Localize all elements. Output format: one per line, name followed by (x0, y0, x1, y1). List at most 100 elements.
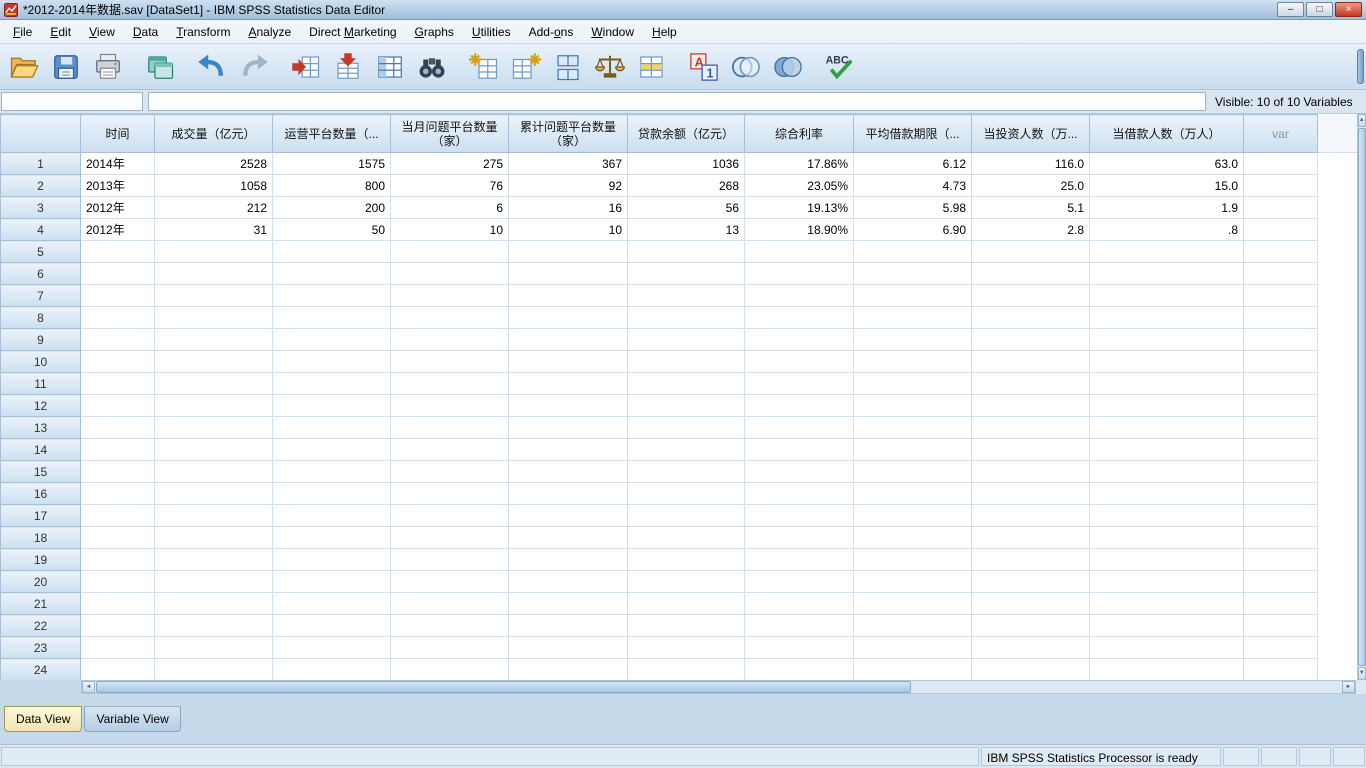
cell-r10-c9[interactable] (1090, 351, 1244, 373)
cell-r8-c9[interactable] (1090, 307, 1244, 329)
horizontal-scrollbar[interactable]: ◄ ► (81, 680, 1356, 694)
cell-r1-c8[interactable]: 116.0 (972, 153, 1090, 175)
cell-r12-c8[interactable] (972, 395, 1090, 417)
cell-r7-c9[interactable] (1090, 285, 1244, 307)
scroll-down-arrow-icon[interactable]: ▼ (1358, 667, 1366, 680)
menu-item-utilities[interactable]: Utilities (463, 21, 520, 43)
cell-r17-c7[interactable] (854, 505, 972, 527)
cell-r2-c4[interactable]: 92 (509, 175, 628, 197)
column-header-0[interactable]: 时间 (81, 115, 155, 153)
cell-r11-c0[interactable] (81, 373, 155, 395)
cell-r14-c3[interactable] (391, 439, 509, 461)
cell-r19-c8[interactable] (972, 549, 1090, 571)
cell-r15-c2[interactable] (273, 461, 391, 483)
variables-icon[interactable] (372, 48, 408, 86)
cell-r11-c4[interactable] (509, 373, 628, 395)
row-header-19[interactable]: 19 (1, 549, 81, 571)
cell-r19-c7[interactable] (854, 549, 972, 571)
cell-r1-c4[interactable]: 367 (509, 153, 628, 175)
cell-r22-c1[interactable] (155, 615, 273, 637)
cell-r16-c9[interactable] (1090, 483, 1244, 505)
cell-r18-c8[interactable] (972, 527, 1090, 549)
cell-r17-c6[interactable] (745, 505, 854, 527)
cell-r9-c3[interactable] (391, 329, 509, 351)
cell-r8-c7[interactable] (854, 307, 972, 329)
row-header-14[interactable]: 14 (1, 439, 81, 461)
cell-r20-c4[interactable] (509, 571, 628, 593)
cell-r6-c5[interactable] (628, 263, 745, 285)
cell-r12-c10[interactable] (1244, 395, 1318, 417)
cell-r14-c1[interactable] (155, 439, 273, 461)
cell-r19-c5[interactable] (628, 549, 745, 571)
cell-r8-c10[interactable] (1244, 307, 1318, 329)
find-icon[interactable] (414, 48, 450, 86)
cell-r15-c7[interactable] (854, 461, 972, 483)
menu-item-view[interactable]: View (80, 21, 124, 43)
cell-r14-c7[interactable] (854, 439, 972, 461)
cell-r19-c3[interactable] (391, 549, 509, 571)
cell-r13-c8[interactable] (972, 417, 1090, 439)
cell-r17-c8[interactable] (972, 505, 1090, 527)
row-header-8[interactable]: 8 (1, 307, 81, 329)
cell-r21-c2[interactable] (273, 593, 391, 615)
cell-r23-c1[interactable] (155, 637, 273, 659)
column-header-10[interactable]: var (1244, 115, 1318, 153)
cell-r1-c3[interactable]: 275 (391, 153, 509, 175)
cell-r12-c7[interactable] (854, 395, 972, 417)
cell-r12-c2[interactable] (273, 395, 391, 417)
column-header-5[interactable]: 贷款余额（亿元） (628, 115, 745, 153)
cell-r8-c8[interactable] (972, 307, 1090, 329)
cell-r19-c9[interactable] (1090, 549, 1244, 571)
close-button[interactable]: × (1335, 2, 1362, 17)
cell-r18-c10[interactable] (1244, 527, 1318, 549)
cell-r9-c1[interactable] (155, 329, 273, 351)
cell-r14-c10[interactable] (1244, 439, 1318, 461)
cell-r12-c9[interactable] (1090, 395, 1244, 417)
cell-r22-c3[interactable] (391, 615, 509, 637)
cell-r7-c10[interactable] (1244, 285, 1318, 307)
cell-r5-c5[interactable] (628, 241, 745, 263)
cell-r13-c6[interactable] (745, 417, 854, 439)
cell-r11-c2[interactable] (273, 373, 391, 395)
save-icon[interactable] (48, 48, 84, 86)
cell-r18-c3[interactable] (391, 527, 509, 549)
cell-r20-c10[interactable] (1244, 571, 1318, 593)
cell-r20-c9[interactable] (1090, 571, 1244, 593)
cell-r10-c4[interactable] (509, 351, 628, 373)
goto-variable-icon[interactable] (330, 48, 366, 86)
cell-r11-c3[interactable] (391, 373, 509, 395)
cell-r18-c0[interactable] (81, 527, 155, 549)
cell-r9-c4[interactable] (509, 329, 628, 351)
scroll-left-arrow-icon[interactable]: ◄ (82, 681, 95, 693)
cell-r8-c4[interactable] (509, 307, 628, 329)
insert-cases-icon[interactable] (466, 48, 502, 86)
cell-r9-c8[interactable] (972, 329, 1090, 351)
cell-r16-c8[interactable] (972, 483, 1090, 505)
cell-r9-c9[interactable] (1090, 329, 1244, 351)
cell-r23-c3[interactable] (391, 637, 509, 659)
cell-r3-c8[interactable]: 5.1 (972, 197, 1090, 219)
cell-r2-c1[interactable]: 1058 (155, 175, 273, 197)
cell-r5-c7[interactable] (854, 241, 972, 263)
cell-r11-c9[interactable] (1090, 373, 1244, 395)
cell-r7-c6[interactable] (745, 285, 854, 307)
cell-r3-c6[interactable]: 19.13% (745, 197, 854, 219)
cell-r6-c2[interactable] (273, 263, 391, 285)
cell-r13-c2[interactable] (273, 417, 391, 439)
menu-item-direct-marketing[interactable]: Direct Marketing (300, 21, 405, 43)
cell-r19-c10[interactable] (1244, 549, 1318, 571)
cell-r24-c4[interactable] (509, 659, 628, 681)
menu-item-edit[interactable]: Edit (41, 21, 80, 43)
cell-r13-c1[interactable] (155, 417, 273, 439)
cell-r23-c4[interactable] (509, 637, 628, 659)
row-header-21[interactable]: 21 (1, 593, 81, 615)
cell-r11-c8[interactable] (972, 373, 1090, 395)
cell-r1-c10[interactable] (1244, 153, 1318, 175)
cell-r3-c2[interactable]: 200 (273, 197, 391, 219)
cell-r9-c10[interactable] (1244, 329, 1318, 351)
cell-r20-c3[interactable] (391, 571, 509, 593)
cell-r13-c4[interactable] (509, 417, 628, 439)
row-header-20[interactable]: 20 (1, 571, 81, 593)
cell-r12-c5[interactable] (628, 395, 745, 417)
cell-r3-c0[interactable]: 2012年 (81, 197, 155, 219)
